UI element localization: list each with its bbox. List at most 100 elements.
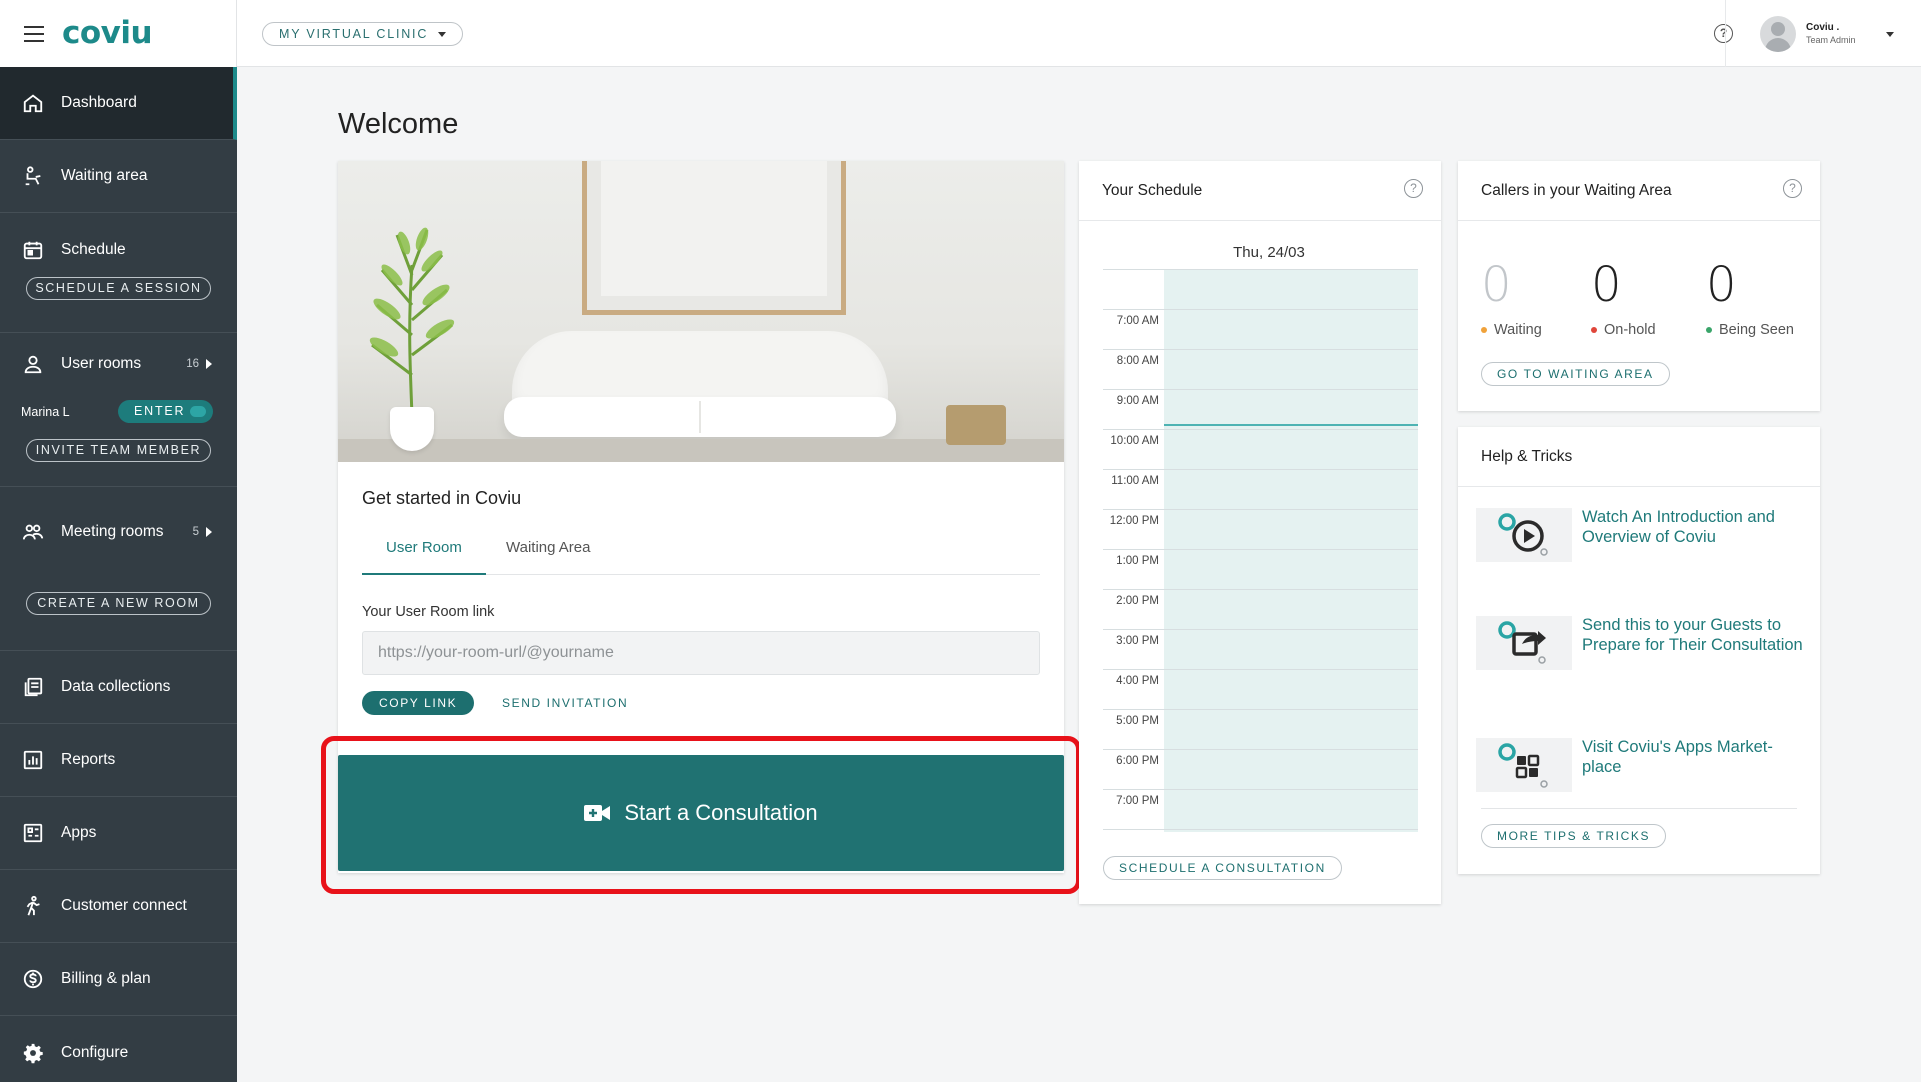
- schedule-time-label: 10:00 AM: [1110, 435, 1159, 447]
- sidebar-item-waiting-area[interactable]: Waiting area: [0, 140, 237, 213]
- current-time-line: [1164, 424, 1418, 426]
- share-icon: [1476, 616, 1572, 670]
- meeting-rooms-count: 5: [192, 526, 199, 538]
- user-icon: [24, 355, 42, 374]
- room-user-name: Marina L: [21, 405, 70, 419]
- toggle-knob: [190, 406, 206, 417]
- schedule-time-label: 11:00 AM: [1111, 475, 1159, 487]
- user-menu[interactable]: Coviu . Team Admin: [1760, 16, 1900, 52]
- start-consultation-label: Start a Consultation: [624, 800, 818, 825]
- schedule-day-column[interactable]: [1164, 269, 1418, 832]
- tab-user-room[interactable]: User Room: [362, 533, 486, 575]
- user-rooms-count: 16: [186, 358, 199, 370]
- help-card-header: Help & Tricks: [1458, 427, 1820, 487]
- start-consultation-button[interactable]: Start a Consultation: [338, 755, 1064, 871]
- schedule-title: Your Schedule: [1102, 182, 1203, 199]
- coviu-logo[interactable]: coviu: [62, 15, 153, 51]
- room-link-label: Your User Room link: [362, 604, 495, 620]
- sidebar-item-label: Data collections: [61, 678, 171, 695]
- bar-chart-icon: [23, 750, 43, 770]
- schedule-hour-line: [1103, 349, 1418, 350]
- divider: [1481, 808, 1797, 809]
- schedule-time-label: 12:00 PM: [1109, 515, 1159, 527]
- callers-title: Callers in your Waiting Area: [1481, 182, 1672, 199]
- schedule-consultation-button[interactable]: SCHEDULE A CONSULTATION: [1103, 856, 1342, 880]
- sidebar-item-dashboard[interactable]: Dashboard: [0, 67, 237, 140]
- sidebar-item-reports[interactable]: Reports: [0, 724, 237, 797]
- tip-text: Watch An Introduction and Overview of Co…: [1582, 508, 1775, 546]
- being-seen-count: 0: [1706, 257, 1737, 313]
- schedule-time-label: 6:00 PM: [1116, 755, 1159, 767]
- create-new-room-button[interactable]: CREATE A NEW ROOM: [26, 592, 211, 615]
- room-link-input[interactable]: [362, 631, 1040, 675]
- copy-link-button[interactable]: COPY LINK: [362, 691, 475, 715]
- gear-icon: [23, 1043, 43, 1063]
- sidebar-item-meeting-rooms[interactable]: Meeting rooms 5: [0, 487, 237, 577]
- chevron-down-icon: [438, 31, 447, 37]
- brand-area: coviu: [0, 0, 237, 67]
- go-to-waiting-area-button[interactable]: GO TO WAITING AREA: [1481, 362, 1670, 386]
- schedule-time-label: 9:00 AM: [1116, 395, 1159, 407]
- sidebar-item-apps[interactable]: Apps: [0, 797, 237, 870]
- schedule-time-label: 1:00 PM: [1116, 555, 1159, 567]
- help-title: Help & Tricks: [1481, 448, 1573, 465]
- home-icon: [23, 94, 43, 113]
- sidebar-group-schedule: Schedule SCHEDULE A SESSION: [0, 213, 237, 333]
- invite-team-member-button[interactable]: INVITE TEAM MEMBER: [26, 439, 211, 462]
- help-icon[interactable]: ?: [1714, 24, 1733, 43]
- apps-grid-icon: [23, 823, 43, 843]
- tip-text: Send this to your Guests to Prepare for …: [1582, 616, 1803, 654]
- waiting-label: Waiting: [1481, 322, 1542, 338]
- schedule-hour-line: [1103, 509, 1418, 510]
- more-tips-button[interactable]: MORE TIPS & TRICKS: [1481, 824, 1667, 848]
- sidebar-group-user-rooms: User rooms 16 Marina L ENTER INVITE TEAM…: [0, 333, 237, 487]
- send-invitation-link[interactable]: SEND INVITATION: [502, 696, 628, 710]
- sidebar-group-meeting-rooms: Meeting rooms 5 CREATE A NEW ROOM: [0, 487, 237, 651]
- help-icon[interactable]: ?: [1783, 179, 1802, 198]
- dollar-icon: [23, 969, 43, 989]
- schedule-hour-line: [1103, 829, 1418, 830]
- help-icon[interactable]: ?: [1404, 179, 1423, 198]
- user-role: Team Admin: [1806, 35, 1856, 45]
- onhold-count: 0: [1591, 257, 1622, 313]
- clinic-selector-label: MY VIRTUAL CLINIC: [279, 27, 429, 41]
- schedule-hour-line: [1103, 589, 1418, 590]
- waiting-chair-icon: [25, 166, 41, 186]
- schedule-hour-line: [1103, 669, 1418, 670]
- document-stack-icon: [24, 677, 43, 697]
- tab-waiting-area[interactable]: Waiting Area: [482, 533, 615, 575]
- sidebar-item-schedule[interactable]: Schedule: [0, 213, 237, 286]
- sidebar-item-configure[interactable]: Configure: [0, 1016, 237, 1082]
- menu-icon[interactable]: [24, 26, 44, 42]
- tip-apps-marketplace[interactable]: Visit Coviu's Apps Market-place: [1476, 738, 1806, 808]
- schedule-hour-line: [1103, 429, 1418, 430]
- sidebar-item-billing[interactable]: Billing & plan: [0, 943, 237, 1016]
- page-title: Welcome: [338, 108, 459, 140]
- walking-person-icon: [26, 895, 40, 916]
- sidebar-item-customer-connect[interactable]: Customer connect: [0, 870, 237, 943]
- chevron-right-icon[interactable]: [206, 527, 212, 537]
- room-tabs: User Room Waiting Area: [362, 533, 1040, 575]
- status-dot: [1706, 327, 1712, 333]
- sidebar-item-user-rooms[interactable]: User rooms 16: [0, 333, 237, 395]
- tip-guest-prep[interactable]: Send this to your Guests to Prepare for …: [1476, 616, 1806, 686]
- tip-intro-video[interactable]: Watch An Introduction and Overview of Co…: [1476, 508, 1806, 578]
- schedule-hour-line: [1103, 749, 1418, 750]
- schedule-hour-line: [1103, 389, 1418, 390]
- schedule-time-label: 3:00 PM: [1116, 635, 1159, 647]
- status-dot: [1591, 327, 1597, 333]
- sidebar-item-label: Reports: [61, 751, 116, 768]
- schedule-hour-line: [1103, 549, 1418, 550]
- play-video-icon: [1476, 508, 1572, 562]
- clinic-selector[interactable]: MY VIRTUAL CLINIC: [262, 22, 464, 46]
- schedule-card-header: Your Schedule ?: [1079, 161, 1441, 221]
- tip-text: Visit Coviu's Apps Market-place: [1582, 738, 1773, 776]
- sidebar-item-label: Schedule: [61, 240, 126, 258]
- schedule-time-label: 7:00 AM: [1116, 315, 1159, 327]
- sidebar-item-label: Customer connect: [61, 897, 187, 914]
- sidebar-item-label: Waiting area: [61, 167, 148, 184]
- sidebar-item-data-collections[interactable]: Data collections: [0, 651, 237, 724]
- chevron-right-icon[interactable]: [206, 359, 212, 369]
- enter-room-toggle[interactable]: ENTER: [118, 400, 213, 423]
- schedule-hour-line: [1103, 789, 1418, 790]
